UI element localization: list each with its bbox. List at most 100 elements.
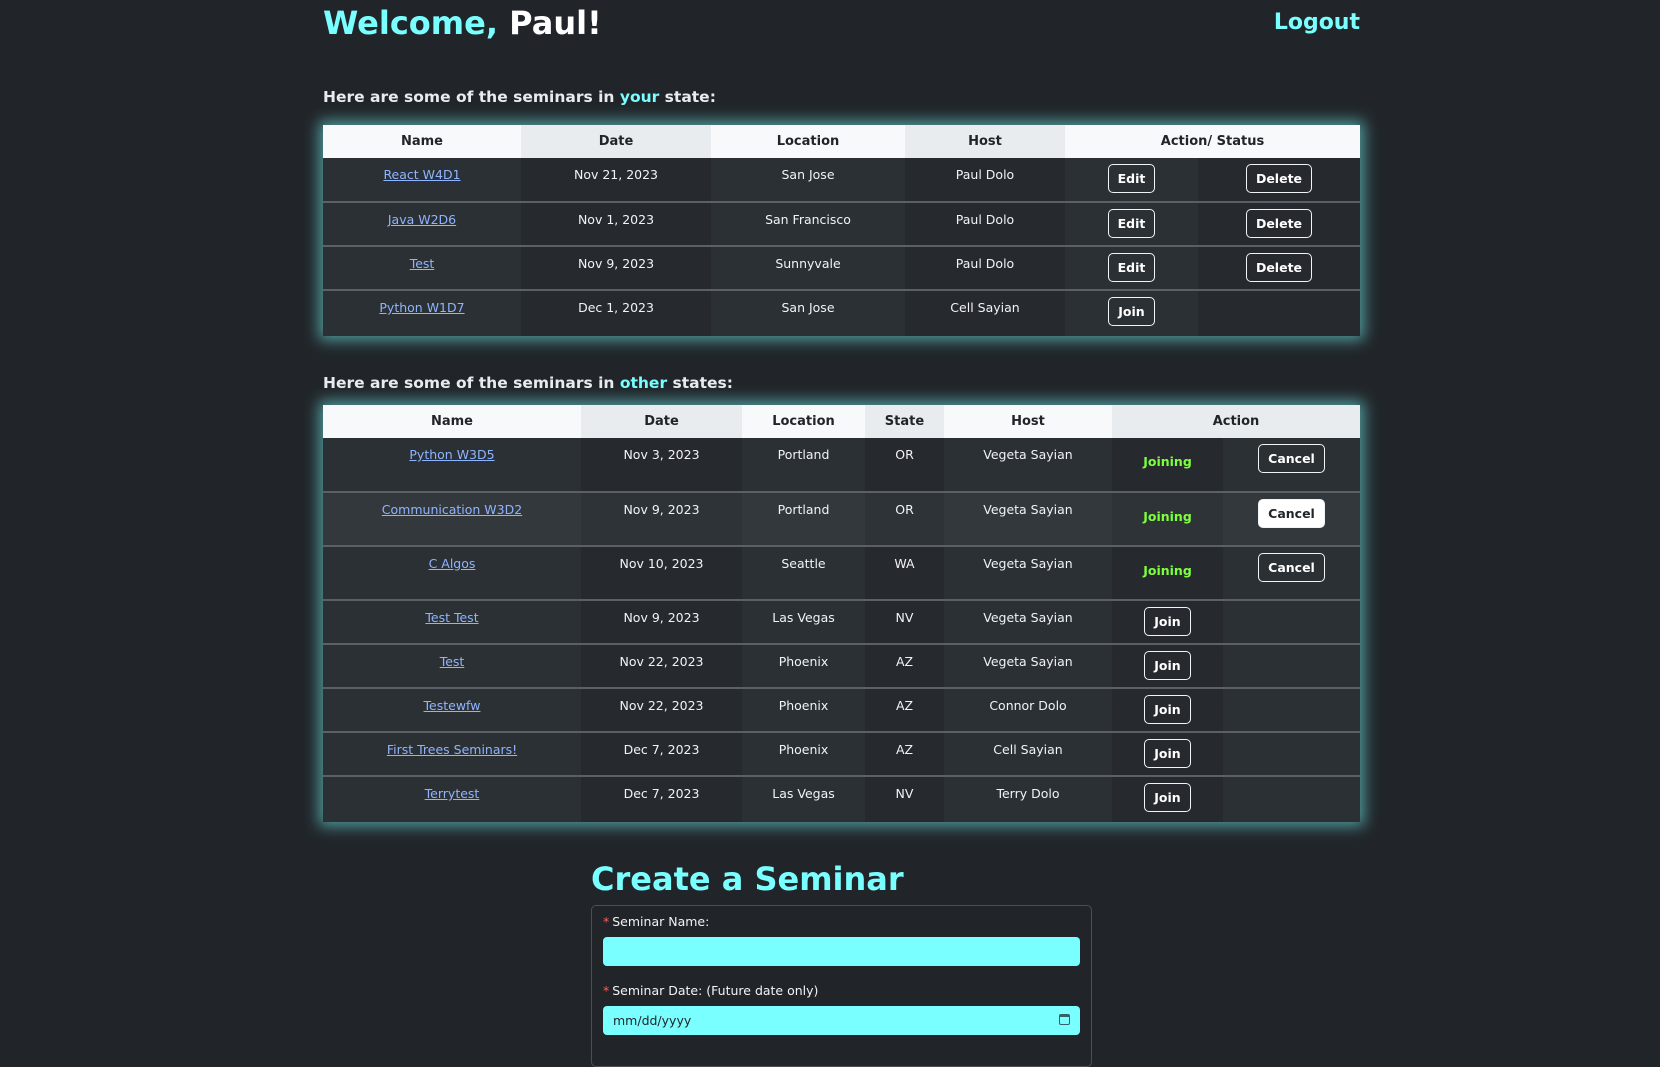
join-button[interactable]: Join xyxy=(1144,695,1191,724)
seminar-host: Vegeta Sayian xyxy=(944,545,1112,600)
date-placeholder: mm/dd/yyyy xyxy=(613,1013,692,1028)
delete-button[interactable]: Delete xyxy=(1245,209,1313,238)
seminar-state: OR xyxy=(865,491,944,546)
edit-button[interactable]: Edit xyxy=(1107,253,1156,282)
seminar-location: San Jose xyxy=(711,158,905,202)
table-row: First Trees Seminars! Dec 7, 2023 Phoeni… xyxy=(323,731,1360,776)
cancel-button[interactable]: Cancel xyxy=(1258,444,1325,473)
table-row: Communication W3D2 Nov 9, 2023 Portland … xyxy=(323,491,1360,546)
seminar-link[interactable]: React W4D1 xyxy=(383,167,460,182)
seminar-date: Nov 9, 2023 xyxy=(581,599,742,644)
delete-button[interactable]: Delete xyxy=(1245,253,1313,282)
cancel-button[interactable]: Cancel xyxy=(1258,553,1325,582)
column-header-action: Action xyxy=(1112,405,1360,438)
seminar-date: Nov 22, 2023 xyxy=(581,687,742,732)
table-row: React W4D1 Nov 21, 2023 San Jose Paul Do… xyxy=(323,158,1360,202)
seminar-name-input[interactable] xyxy=(603,937,1080,966)
edit-button[interactable]: Edit xyxy=(1107,209,1156,238)
heading-text: state: xyxy=(659,88,716,106)
empty-cell xyxy=(1198,289,1360,336)
seminar-location: Phoenix xyxy=(742,643,865,688)
seminar-link[interactable]: Test Test xyxy=(425,610,478,625)
welcome-prefix: Welcome, xyxy=(323,4,510,42)
seminar-state: AZ xyxy=(865,687,944,732)
table-header-row: Name Date Location Host Action/ Status xyxy=(323,125,1360,158)
seminar-date: Nov 9, 2023 xyxy=(521,245,711,290)
seminar-date: Dec 7, 2023 xyxy=(581,775,742,822)
seminar-link[interactable]: Terrytest xyxy=(425,786,480,801)
heading-text: Here are some of the seminars in xyxy=(323,88,620,106)
other-states-heading: Here are some of the seminars in other s… xyxy=(323,374,733,392)
heading-text: Here are some of the seminars in xyxy=(323,374,620,392)
join-button[interactable]: Join xyxy=(1144,651,1191,680)
seminar-host: Vegeta Sayian xyxy=(944,599,1112,644)
seminar-date-label: * Seminar Date: (Future date only) xyxy=(603,983,818,998)
seminar-host: Cell Sayian xyxy=(944,731,1112,776)
seminar-location: San Jose xyxy=(711,289,905,336)
seminar-location: Portland xyxy=(742,491,865,546)
seminar-state: NV xyxy=(865,599,944,644)
column-header-host: Host xyxy=(944,405,1112,438)
table-row: C Algos Nov 10, 2023 Seattle WA Vegeta S… xyxy=(323,545,1360,600)
joining-status: Joining xyxy=(1143,454,1192,469)
join-button[interactable]: Join xyxy=(1144,607,1191,636)
seminar-host: Connor Dolo xyxy=(944,687,1112,732)
table-row: Testewfw Nov 22, 2023 Phoenix AZ Connor … xyxy=(323,687,1360,732)
welcome-heading: Welcome, Paul! xyxy=(323,4,602,42)
seminar-date: Nov 10, 2023 xyxy=(581,545,742,600)
dashboard-page: Welcome, Paul! Logout Here are some of t… xyxy=(0,0,1660,1067)
column-header-date: Date xyxy=(581,405,742,438)
other-states-table-wrapper: Name Date Location State Host Action Pyt… xyxy=(323,405,1360,822)
join-button[interactable]: Join xyxy=(1108,297,1155,326)
seminar-date: Dec 7, 2023 xyxy=(581,731,742,776)
heading-text: states: xyxy=(667,374,733,392)
seminar-location: Las Vegas xyxy=(742,599,865,644)
seminar-link[interactable]: Test xyxy=(440,654,465,669)
table-row: Python W3D5 Nov 3, 2023 Portland OR Vege… xyxy=(323,438,1360,492)
seminar-host: Terry Dolo xyxy=(944,775,1112,822)
calendar-icon[interactable] xyxy=(1059,1014,1070,1025)
joining-status: Joining xyxy=(1143,563,1192,578)
seminar-date: Nov 3, 2023 xyxy=(581,438,742,492)
seminar-name-label: * Seminar Name: xyxy=(603,914,709,929)
heading-highlight: other xyxy=(619,374,668,392)
seminar-location: Phoenix xyxy=(742,687,865,732)
heading-highlight: your xyxy=(619,88,660,106)
empty-cell xyxy=(1223,599,1360,644)
seminar-host: Paul Dolo xyxy=(905,158,1065,202)
seminar-state: AZ xyxy=(865,643,944,688)
seminar-host: Cell Sayian xyxy=(905,289,1065,336)
column-header-action-status: Action/ Status xyxy=(1065,125,1360,158)
seminar-link[interactable]: Testewfw xyxy=(424,698,481,713)
cancel-button[interactable]: Cancel xyxy=(1258,499,1325,528)
label-text: Seminar Date: (Future date only) xyxy=(612,983,819,998)
seminar-link[interactable]: Communication W3D2 xyxy=(382,502,522,517)
seminar-link[interactable]: Python W1D7 xyxy=(379,300,464,315)
column-header-date: Date xyxy=(521,125,711,158)
seminar-host: Vegeta Sayian xyxy=(944,643,1112,688)
table-row: Python W1D7 Dec 1, 2023 San Jose Cell Sa… xyxy=(323,289,1360,336)
seminar-link[interactable]: C Algos xyxy=(429,556,476,571)
seminar-link[interactable]: First Trees Seminars! xyxy=(387,742,517,757)
join-button[interactable]: Join xyxy=(1144,783,1191,812)
your-state-table: Name Date Location Host Action/ Status R… xyxy=(323,125,1360,336)
seminar-host: Paul Dolo xyxy=(905,245,1065,290)
seminar-state: NV xyxy=(865,775,944,822)
table-row: Java W2D6 Nov 1, 2023 San Francisco Paul… xyxy=(323,201,1360,246)
seminar-link[interactable]: Test xyxy=(410,256,435,271)
seminar-date-input[interactable]: mm/dd/yyyy xyxy=(603,1006,1080,1035)
logout-link[interactable]: Logout xyxy=(1274,10,1360,35)
empty-cell xyxy=(1223,731,1360,776)
table-row: Test Test Nov 9, 2023 Las Vegas NV Veget… xyxy=(323,599,1360,644)
seminar-host: Paul Dolo xyxy=(905,201,1065,246)
join-button[interactable]: Join xyxy=(1144,739,1191,768)
empty-cell xyxy=(1223,643,1360,688)
create-seminar-form: * Seminar Name: * Seminar Date: (Future da… xyxy=(591,905,1092,1067)
table-header-row: Name Date Location State Host Action xyxy=(323,405,1360,438)
seminar-link[interactable]: Python W3D5 xyxy=(409,447,494,462)
seminar-link[interactable]: Java W2D6 xyxy=(388,212,456,227)
seminar-host: Vegeta Sayian xyxy=(944,491,1112,546)
delete-button[interactable]: Delete xyxy=(1245,164,1313,193)
column-header-name: Name xyxy=(323,125,521,158)
edit-button[interactable]: Edit xyxy=(1107,164,1156,193)
